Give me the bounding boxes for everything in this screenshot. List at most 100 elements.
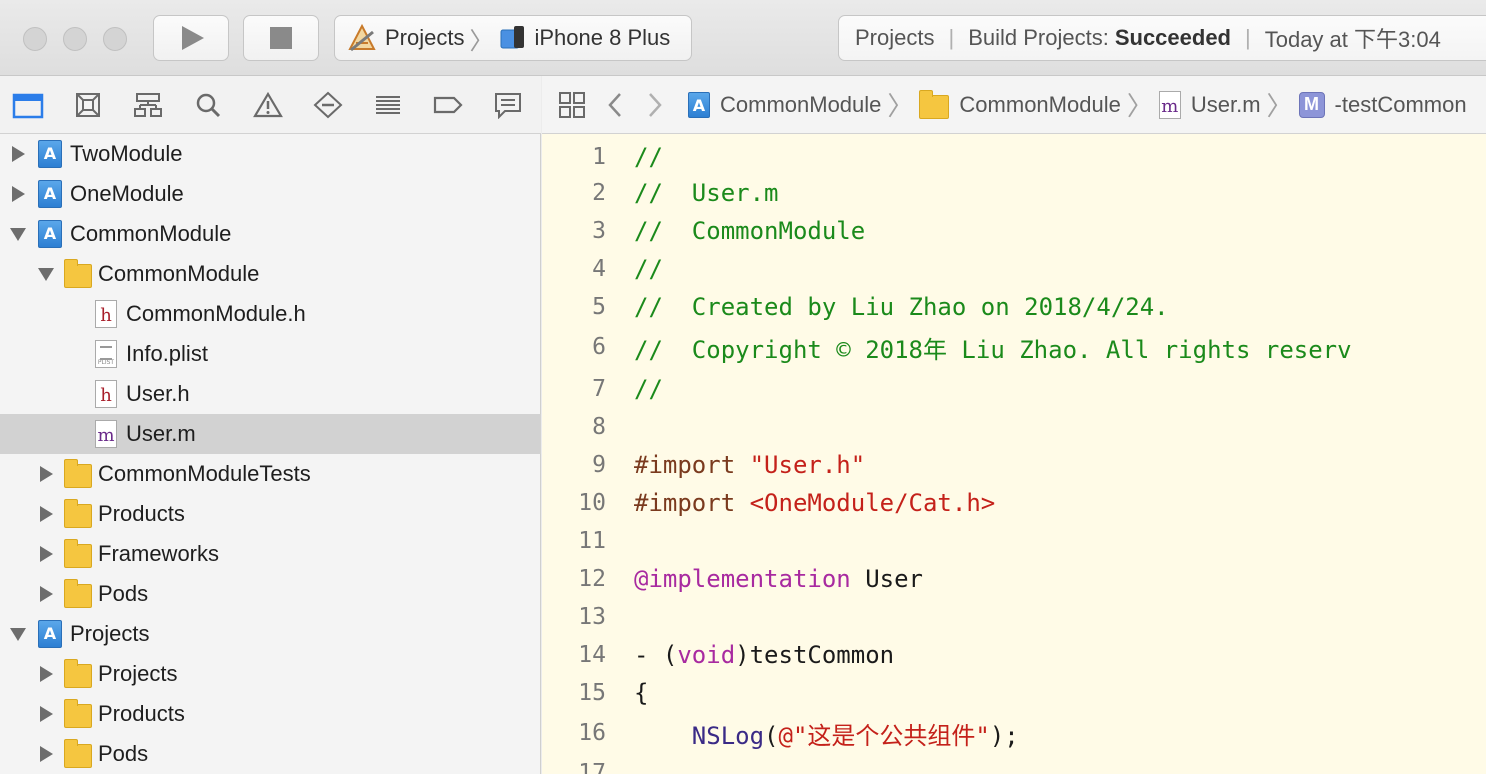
- line-number: 4: [592, 256, 606, 282]
- code-token: )testCommon: [735, 641, 895, 669]
- tree-row[interactable]: Pods: [0, 574, 541, 614]
- disclosure-collapsed-icon[interactable]: [8, 184, 28, 204]
- zoom-window-button[interactable]: [103, 27, 127, 51]
- run-button[interactable]: [153, 15, 229, 61]
- source-control-icon[interactable]: [71, 88, 105, 122]
- code-line[interactable]: 4 //: [542, 250, 1486, 288]
- test-icon[interactable]: [311, 88, 345, 122]
- disclosure-collapsed-icon[interactable]: [36, 544, 56, 564]
- disclosure-collapsed-icon[interactable]: [8, 144, 28, 164]
- code-line[interactable]: 17: [542, 754, 1486, 774]
- code-text: //: [634, 255, 663, 283]
- report-icon[interactable]: [491, 88, 525, 122]
- code-line[interactable]: 16 NSLog(@"这是个公共组件");: [542, 714, 1486, 752]
- tree-row-label: CommonModule: [98, 261, 260, 286]
- tree-row[interactable]: Projects: [0, 654, 541, 694]
- line-number: 11: [578, 528, 606, 554]
- chevron-right-icon: 〉: [469, 27, 494, 55]
- code-line[interactable]: 2 // User.m: [542, 174, 1486, 212]
- iphone-device-icon: [500, 26, 525, 49]
- code-token: #import: [634, 489, 750, 517]
- hierarchy-icon[interactable]: [131, 88, 165, 122]
- code-line[interactable]: 1 //: [542, 138, 1486, 176]
- warning-icon[interactable]: [251, 88, 285, 122]
- stop-button[interactable]: [243, 15, 319, 61]
- line-number: 6: [592, 334, 606, 360]
- code-line[interactable]: 10 #import <OneModule/Cat.h>: [542, 484, 1486, 522]
- code-text: @implementation User: [634, 565, 923, 593]
- code-token: void: [677, 641, 736, 669]
- disclosure-expanded-icon[interactable]: [8, 624, 28, 644]
- project-icon: [36, 220, 64, 248]
- code-text: // CommonModule: [634, 217, 865, 245]
- tree-row-label: Products: [98, 501, 185, 526]
- status-project: Projects: [855, 25, 935, 50]
- code-token: - (: [634, 641, 678, 669]
- code-line[interactable]: 3 // CommonModule: [542, 212, 1486, 250]
- tree-row-label: Frameworks: [98, 541, 220, 566]
- scheme-selector[interactable]: Projects 〉 iPhone 8 Plus: [334, 15, 692, 61]
- tree-row[interactable]: CommonModule: [0, 214, 541, 254]
- disclosure-collapsed-icon[interactable]: [36, 744, 56, 764]
- disclosure-collapsed-icon[interactable]: [36, 504, 56, 524]
- disclosure-collapsed-icon[interactable]: [36, 704, 56, 724]
- code-line[interactable]: 11: [542, 522, 1486, 560]
- disclosure-collapsed-icon[interactable]: [36, 664, 56, 684]
- jumpbar-group-label: CommonModule: [959, 91, 1121, 117]
- jumpbar-method[interactable]: M -testCommon: [1298, 91, 1467, 118]
- code-line[interactable]: 14 - (void)testCommon: [542, 636, 1486, 674]
- folder-icon: [919, 89, 950, 119]
- back-arrow-icon[interactable]: [606, 91, 624, 119]
- folder-icon: [64, 738, 92, 768]
- project-icon: [36, 180, 64, 208]
- tree-row[interactable]: CommonModuleTests: [0, 454, 541, 494]
- tree-row[interactable]: Products: [0, 494, 541, 534]
- tree-row[interactable]: h User.h: [0, 374, 541, 414]
- tree-row[interactable]: TwoModule: [0, 134, 541, 174]
- project-icon: [688, 91, 710, 118]
- code-line[interactable]: 6 // Copyright © 2018年 Liu Zhao. All righ…: [542, 328, 1486, 366]
- code-line[interactable]: 9 #import "User.h": [542, 446, 1486, 484]
- tree-row[interactable]: Pods: [0, 734, 541, 774]
- disclosure-expanded-icon[interactable]: [36, 264, 56, 284]
- jumpbar-file-label: User.m: [1190, 91, 1261, 117]
- tree-row[interactable]: PLIST Info.plist: [0, 334, 541, 374]
- disclosure-expanded-icon[interactable]: [8, 224, 28, 244]
- jumpbar-file[interactable]: m User.m: [1158, 90, 1261, 119]
- tree-row[interactable]: h CommonModule.h: [0, 294, 541, 334]
- forward-arrow-icon[interactable]: [646, 91, 664, 119]
- chevron-right-icon: 〉: [887, 91, 914, 121]
- jumpbar-group[interactable]: CommonModule: [919, 89, 1121, 119]
- xcode-project-icon: [348, 23, 376, 52]
- tree-row[interactable]: Projects: [0, 614, 541, 654]
- source-editor[interactable]: 1 // 2 // User.m 3 // CommonModule 4 // 5 // Crea…: [542, 134, 1486, 774]
- breakpoint-icon[interactable]: [431, 88, 465, 122]
- code-line[interactable]: 7 //: [542, 370, 1486, 408]
- close-window-button[interactable]: [23, 27, 47, 51]
- related-items-icon[interactable]: [558, 91, 586, 119]
- disclosure-collapsed-icon[interactable]: [36, 464, 56, 484]
- line-number: 7: [592, 376, 606, 402]
- tree-row[interactable]: CommonModule: [0, 254, 541, 294]
- search-icon[interactable]: [191, 88, 225, 122]
- debug-icon[interactable]: [371, 88, 405, 122]
- minimize-window-button[interactable]: [63, 27, 87, 51]
- disclosure-collapsed-icon[interactable]: [36, 584, 56, 604]
- code-line[interactable]: 13: [542, 598, 1486, 636]
- folder-icon[interactable]: [11, 88, 45, 122]
- code-line[interactable]: 12 @implementation User: [542, 560, 1486, 598]
- tree-row[interactable]: Products: [0, 694, 541, 734]
- tree-row[interactable]: OneModule: [0, 174, 541, 214]
- code-token: User: [850, 565, 923, 593]
- tree-row[interactable]: Frameworks: [0, 534, 541, 574]
- folder-icon: [64, 658, 92, 688]
- code-line[interactable]: 5 // Created by Liu Zhao on 2018/4/24.: [542, 288, 1486, 326]
- code-line[interactable]: 15 {: [542, 674, 1486, 712]
- jumpbar-project[interactable]: CommonModule: [688, 91, 882, 118]
- code-line[interactable]: 8: [542, 408, 1486, 446]
- jumpbar-project-label: CommonModule: [720, 91, 882, 117]
- code-text: // Created by Liu Zhao on 2018/4/24.: [634, 293, 1169, 321]
- tree-row[interactable]: m User.m: [0, 414, 541, 454]
